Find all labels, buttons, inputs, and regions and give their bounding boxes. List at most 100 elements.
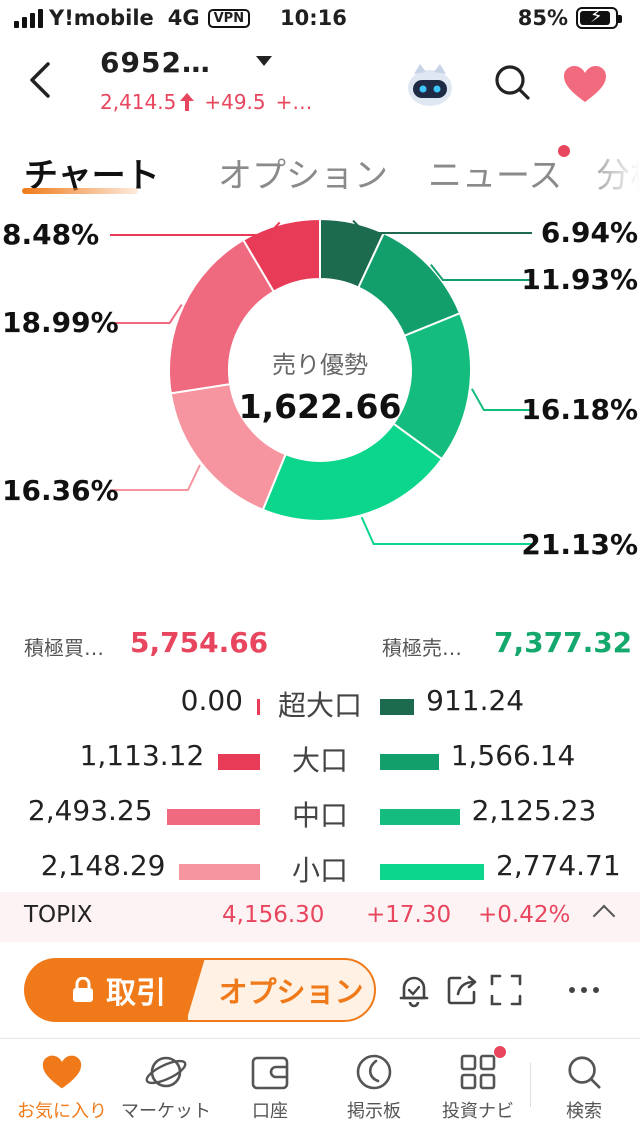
grid-icon (460, 1054, 496, 1090)
arrow-up-icon (180, 93, 195, 111)
nav-favorites[interactable]: お気に入り (8, 1047, 116, 1133)
back-arrow-icon[interactable] (24, 60, 58, 100)
trade-button-label: 取引 (106, 976, 166, 1011)
order-size-label: 中口 (291, 799, 348, 832)
sell-total-value: 7,377.32 (494, 626, 633, 659)
slice-label-small-sell: 21.13% (521, 528, 638, 561)
vpn-badge: VPN (207, 8, 251, 28)
signal-icon (14, 8, 43, 28)
order-buy-value: 2,148.29 (40, 849, 166, 882)
slice-label-super-large-sell: 6.94% (540, 216, 638, 249)
option-button[interactable]: オプション (186, 958, 376, 1022)
order-sell-value: 1,566.14 (450, 739, 576, 772)
status-right: 85% ⚡ (517, 6, 622, 30)
stock-header: 6952… 2,414.5 +49.5 +… (0, 40, 640, 120)
carrier-label: Y!mobile (49, 6, 154, 30)
battery-icon: ⚡ (576, 6, 622, 29)
nav-invest-navi[interactable]: 投資ナビ (424, 1047, 532, 1133)
order-sell-bar (380, 699, 415, 715)
order-size-label: 小口 (291, 854, 348, 887)
status-bar: Y!mobile 4G VPN 10:16 85% ⚡ (0, 0, 640, 40)
invest-navi-notification-dot (494, 1046, 506, 1058)
leader-line (360, 516, 532, 545)
nav-board[interactable]: 掲示板 (320, 1047, 428, 1133)
buy-total-value: 5,754.66 (130, 626, 269, 659)
status-time: 10:16 (280, 6, 347, 30)
order-size-label: 超大口 (277, 689, 362, 722)
news-notification-dot (558, 145, 570, 157)
index-value: 4,156.30 (222, 902, 325, 928)
stock-price: 2,414.5 (100, 90, 177, 114)
trade-button[interactable]: 取引 (24, 958, 214, 1022)
index-ticker-strip[interactable]: TOPIX 4,156.30 +17.30 +0.42% (0, 892, 640, 942)
donut-center-value: 1,622.66 (239, 387, 402, 426)
index-change: +17.30 (366, 902, 452, 928)
order-row: 2,493.25 中口 2,125.23 (0, 790, 640, 842)
chevron-up-icon[interactable] (592, 904, 616, 928)
active-tab-indicator (22, 188, 138, 194)
search-icon (568, 1056, 601, 1089)
leader-line (110, 464, 201, 491)
nav-account-label: 口座 (252, 1101, 288, 1122)
donut-chart: 売り優勢 1,622.66 (110, 217, 532, 545)
order-buy-value: 0.00 (180, 684, 243, 717)
robot-assistant-icon[interactable] (404, 60, 456, 108)
nav-search-label: 検索 (566, 1101, 602, 1122)
nav-market[interactable]: マーケット (112, 1047, 220, 1133)
index-name: TOPIX (24, 902, 93, 928)
board-icon (356, 1054, 392, 1090)
order-buy-bar (218, 754, 260, 770)
status-left: Y!mobile 4G VPN (14, 6, 251, 30)
order-sell-value: 911.24 (426, 684, 525, 717)
order-row: 1,113.12 大口 1,566.14 (0, 735, 640, 787)
search-icon[interactable] (492, 62, 532, 102)
nav-favorites-label: お気に入り (17, 1101, 107, 1122)
order-buy-value: 1,113.12 (79, 739, 205, 772)
order-sell-value: 2,774.71 (496, 849, 621, 882)
nav-search[interactable]: 検索 (530, 1047, 638, 1133)
option-button-label: オプション (218, 975, 364, 1009)
order-buy-bar (179, 864, 260, 880)
order-sell-bar (380, 809, 460, 825)
sell-total-label: 積極売… (382, 636, 462, 660)
order-flow-donut: 売り優勢 1,622.66 6.94% 11.93% 16.18% 21.13%… (0, 200, 640, 580)
order-buy-bar (166, 809, 260, 825)
leader-line (430, 263, 532, 281)
nav-account[interactable]: 口座 (216, 1047, 324, 1133)
lock-icon (73, 977, 93, 1002)
more-options-icon[interactable] (566, 972, 602, 1008)
order-size-label: 大口 (291, 744, 348, 777)
order-sell-bar (380, 864, 484, 880)
order-row: 2,148.29 小口 2,774.71 (0, 845, 640, 897)
battery-percent: 85% (517, 6, 568, 30)
stock-title[interactable]: 6952… (100, 46, 211, 79)
totals-row: 積極買… 5,754.66 積極売… 7,377.32 (0, 624, 640, 664)
tab-options[interactable]: オプション (218, 148, 388, 197)
chevron-down-icon[interactable] (256, 56, 272, 66)
nav-market-label: マーケット (121, 1101, 211, 1122)
wallet-icon (251, 1056, 289, 1090)
share-icon[interactable] (444, 972, 480, 1008)
favorite-heart-icon[interactable] (562, 64, 608, 104)
slice-label-small-buy: 16.36% (2, 474, 119, 507)
tab-news[interactable]: ニュース (428, 148, 562, 197)
order-row: 0.00 超大口 911.24 (0, 680, 640, 732)
stock-change-pct: +… (275, 90, 313, 114)
bottom-navigation: お気に入り マーケット 口座 掲示板 投資ナビ 検索 (0, 1038, 640, 1136)
stock-price-line: 2,414.5 +49.5 +… (100, 90, 312, 114)
slice-label-large-buy: 8.48% (2, 218, 100, 251)
price-alert-bell-icon[interactable] (396, 972, 432, 1008)
fullscreen-icon[interactable] (488, 972, 524, 1008)
index-change-pct: +0.42% (478, 902, 571, 928)
network-label: 4G (167, 6, 200, 30)
nav-invest-navi-label: 投資ナビ (442, 1101, 514, 1122)
stock-change: +49.5 (204, 90, 266, 114)
action-bar: 取引 オプション (0, 958, 640, 1024)
planet-icon (145, 1056, 187, 1088)
order-buy-value: 2,493.25 (27, 794, 153, 827)
order-buy-bar (257, 699, 260, 715)
nav-board-label: 掲示板 (347, 1101, 401, 1122)
leader-line (110, 304, 183, 324)
order-sell-bar (380, 754, 439, 770)
donut-center-label: 売り優勢 (272, 351, 368, 379)
